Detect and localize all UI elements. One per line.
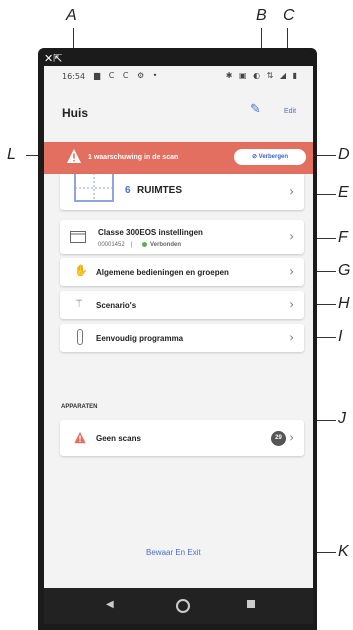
- callout-g: G: [338, 262, 351, 279]
- recents-icon[interactable]: [247, 600, 255, 608]
- scan-warning-banner: 1 waarschuwing in de scan ⊘ Verbergen: [44, 142, 313, 174]
- chevron-right-icon: ›: [289, 184, 294, 199]
- general-controls-card[interactable]: ✋ Algemene bedieningen en groepen ›: [60, 258, 304, 286]
- callout-b: B: [256, 7, 267, 24]
- classe-card[interactable]: Classe 300EOS instellingen 00001452 | Ve…: [60, 220, 304, 254]
- chevron-right-icon: ›: [289, 264, 294, 279]
- callout-k: K: [338, 543, 349, 560]
- count-badge: 29: [271, 431, 286, 446]
- scenarios-label: Scenario's: [96, 301, 137, 310]
- app-header: Huis ✎ Edit: [44, 88, 313, 128]
- wand-icon: ⚚: [74, 297, 84, 310]
- eye-slash-icon: ⊘: [251, 154, 259, 160]
- notification-icons: ▆ C C ⚙ •: [94, 71, 161, 80]
- callout-a: A: [66, 7, 77, 24]
- callout-i: I: [338, 328, 343, 345]
- edit-button[interactable]: Edit: [284, 108, 296, 115]
- general-controls-label: Algemene bedieningen en groepen: [96, 268, 229, 277]
- rooms-count: 6: [125, 185, 131, 196]
- rooms-label: RUIMTES: [137, 185, 182, 196]
- classe-id: 00001452: [98, 242, 125, 248]
- no-scans-card[interactable]: Geen scans 29 ›: [60, 420, 304, 456]
- classe-separator: |: [131, 242, 133, 248]
- hand-icon: ✋: [74, 264, 88, 277]
- callout-h: H: [338, 295, 350, 312]
- system-status-icons: ✱ ▣ ◐ ⇅ ◢ ▮: [225, 71, 299, 80]
- callout-f: F: [338, 229, 348, 246]
- status-time: 16:54: [62, 72, 86, 81]
- classe-status: Verbonden: [150, 242, 182, 248]
- pencil-icon[interactable]: ✎: [250, 102, 261, 117]
- chevron-right-icon: ›: [289, 330, 294, 345]
- callout-d: D: [338, 146, 350, 163]
- app-screen: 16:54 ▆ C C ⚙ • ✱ ▣ ◐ ⇅ ◢ ▮ Huis ✎ Edit …: [44, 66, 313, 588]
- simple-program-card[interactable]: Eenvoudig programma ›: [60, 324, 304, 352]
- simple-program-label: Eenvoudig programma: [96, 334, 184, 343]
- hide-button[interactable]: ⊘ Verbergen: [234, 149, 306, 165]
- home-icon[interactable]: [176, 599, 190, 613]
- rooms-card[interactable]: 6 RUIMTES ›: [60, 174, 304, 210]
- window-mode-icon: ✕⇱: [44, 52, 63, 65]
- warning-text: 1 waarschuwing in de scan: [88, 154, 179, 161]
- hide-button-label: Verbergen: [258, 154, 289, 160]
- chevron-right-icon: ›: [289, 229, 294, 244]
- classe-title: Classe 300EOS instellingen: [98, 228, 203, 237]
- scenarios-card[interactable]: ⚚ Scenario's ›: [60, 291, 304, 319]
- status-dot: [142, 242, 147, 247]
- thermometer-icon: [77, 329, 83, 345]
- chevron-right-icon: ›: [289, 297, 294, 312]
- device-icon: [70, 231, 86, 243]
- devices-section-title: APPARATEN: [61, 404, 98, 410]
- save-exit-button[interactable]: Bewaar En Exit: [146, 548, 201, 557]
- callout-c: C: [283, 7, 295, 24]
- callout-e: E: [338, 184, 349, 201]
- warning-icon: [74, 431, 86, 444]
- page-title: Huis: [62, 106, 89, 120]
- warning-icon: [67, 149, 81, 163]
- back-icon[interactable]: ◀: [106, 599, 114, 610]
- status-bar: 16:54 ▆ C C ⚙ • ✱ ▣ ◐ ⇅ ◢ ▮: [44, 66, 313, 88]
- chevron-right-icon: ›: [289, 430, 294, 445]
- no-scans-label: Geen scans: [96, 434, 141, 443]
- callout-l: L: [7, 146, 16, 163]
- navigation-bar: ◀: [44, 588, 313, 624]
- callout-j: J: [338, 410, 346, 427]
- floorplan-icon: [74, 174, 114, 202]
